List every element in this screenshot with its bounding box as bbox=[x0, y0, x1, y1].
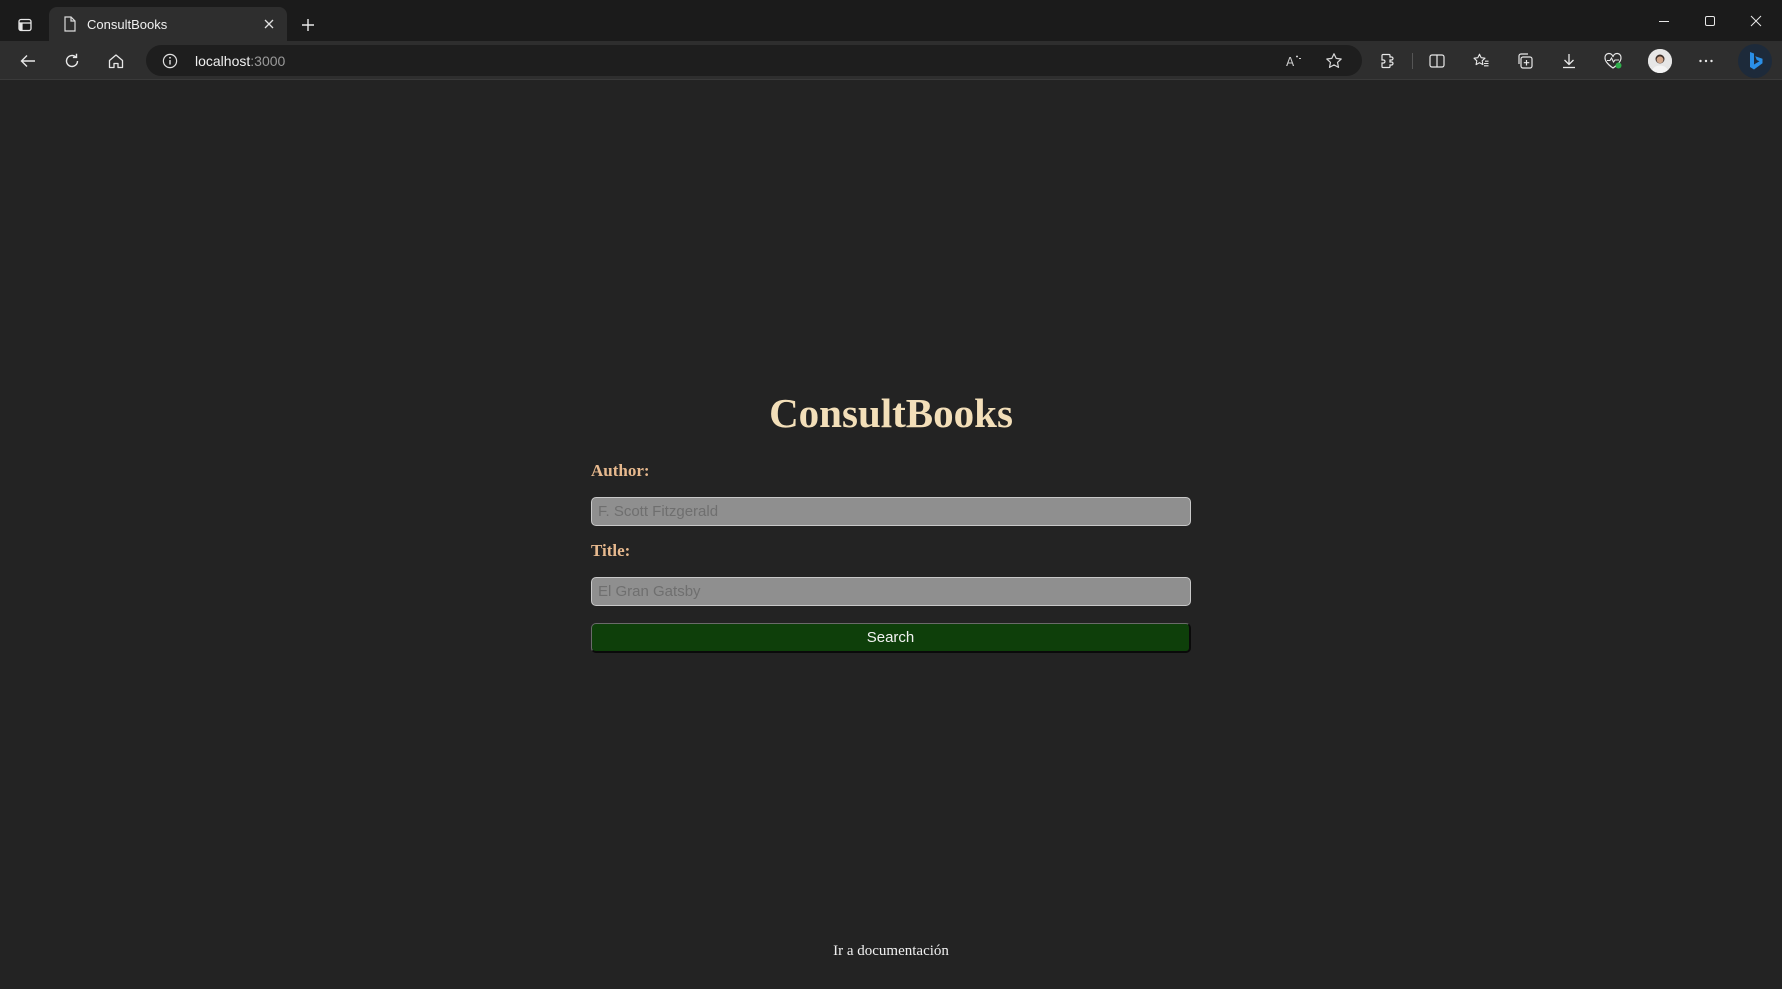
author-label: Author: bbox=[591, 461, 650, 480]
maximize-icon[interactable] bbox=[1687, 0, 1733, 41]
page-content: ConsultBooks Author: Title: Search Ir a … bbox=[0, 81, 1782, 989]
url-text: localhost:3000 bbox=[195, 53, 285, 69]
browser-tab[interactable]: ConsultBooks bbox=[49, 7, 287, 41]
tab-title: ConsultBooks bbox=[87, 16, 168, 32]
downloads-icon[interactable] bbox=[1553, 45, 1585, 77]
close-icon[interactable] bbox=[259, 14, 279, 34]
favorite-star-icon[interactable] bbox=[1323, 50, 1345, 72]
home-icon[interactable] bbox=[100, 45, 132, 77]
url-port: :3000 bbox=[250, 52, 286, 69]
window-close-icon[interactable] bbox=[1733, 0, 1779, 41]
title-input[interactable] bbox=[591, 577, 1191, 606]
url-host: localhost bbox=[195, 52, 251, 69]
read-aloud-icon[interactable]: A bbox=[1283, 50, 1305, 72]
author-input[interactable] bbox=[591, 497, 1191, 526]
refresh-icon[interactable] bbox=[56, 45, 88, 77]
title-label: Title: bbox=[591, 541, 631, 560]
documentation-link[interactable]: Ir a documentación bbox=[0, 943, 1782, 960]
address-bar[interactable]: localhost:3000 A bbox=[146, 45, 1362, 76]
collections-icon[interactable] bbox=[1509, 45, 1541, 77]
title-bar: ConsultBooks bbox=[0, 0, 1782, 41]
search-button[interactable]: Search bbox=[591, 623, 1191, 653]
extensions-icon[interactable] bbox=[1372, 45, 1404, 77]
tab-actions-icon[interactable] bbox=[10, 10, 40, 40]
profile-avatar bbox=[1648, 49, 1672, 73]
info-icon[interactable] bbox=[160, 51, 180, 71]
back-icon[interactable] bbox=[12, 45, 44, 77]
plus-icon[interactable] bbox=[293, 10, 323, 40]
svg-text:A: A bbox=[1286, 55, 1295, 69]
toolbar-divider bbox=[1412, 53, 1413, 69]
page-icon bbox=[62, 16, 78, 32]
favorites-icon[interactable] bbox=[1465, 45, 1497, 77]
profile-button[interactable] bbox=[1644, 45, 1676, 77]
split-screen-icon[interactable] bbox=[1421, 45, 1453, 77]
more-icon[interactable] bbox=[1690, 45, 1722, 77]
page-title: ConsultBooks bbox=[769, 390, 1013, 436]
browser-toolbar: localhost:3000 A bbox=[0, 41, 1782, 80]
performance-icon[interactable] bbox=[1597, 45, 1629, 77]
bing-copilot-icon[interactable] bbox=[1738, 44, 1772, 78]
minimize-icon[interactable] bbox=[1641, 0, 1687, 41]
